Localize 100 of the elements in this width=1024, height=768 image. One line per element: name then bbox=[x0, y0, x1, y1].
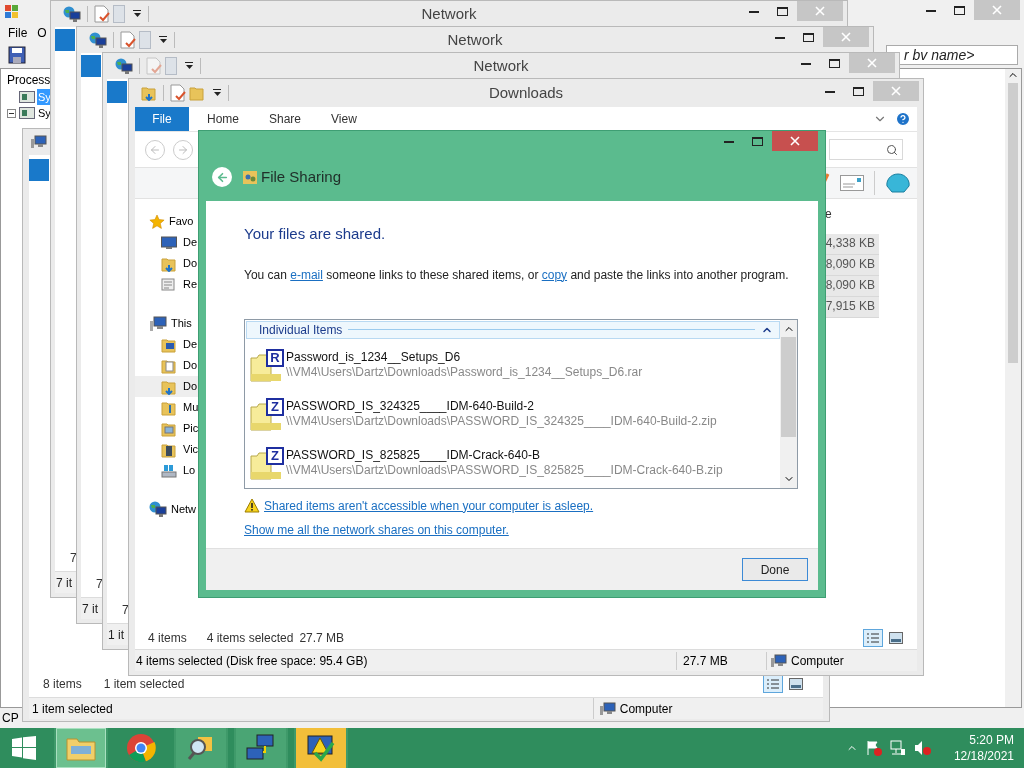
status-text: 27.7 MB bbox=[676, 651, 766, 670]
thumbnail-view-icon[interactable] bbox=[889, 632, 903, 644]
collapse-icon[interactable] bbox=[7, 108, 16, 118]
nav-item[interactable]: Do bbox=[183, 357, 198, 374]
ribbon-tab[interactable]: Share bbox=[257, 107, 314, 131]
nav-item[interactable]: Do bbox=[183, 378, 198, 395]
group-header[interactable]: Individual Items bbox=[246, 320, 780, 339]
folder-icon bbox=[161, 378, 177, 395]
window-title: Network bbox=[447, 29, 503, 50]
computer-icon bbox=[599, 701, 616, 716]
nav-item[interactable]: Re bbox=[183, 276, 198, 293]
scrollbar-thumb[interactable] bbox=[1008, 83, 1018, 363]
taskbar-button[interactable] bbox=[234, 728, 288, 768]
tree-item[interactable]: Sy bbox=[37, 104, 52, 122]
properties-icon bbox=[170, 84, 186, 102]
minimize-icon bbox=[724, 139, 734, 143]
close-icon bbox=[867, 58, 877, 68]
network-status-icon[interactable] bbox=[889, 740, 906, 756]
status-text: 4 items selected (Disk free space: 95.4 GB) bbox=[136, 652, 369, 670]
windows-logo-icon bbox=[12, 736, 36, 760]
document-icon bbox=[139, 31, 151, 49]
clock-time[interactable]: 5:20 PM bbox=[969, 732, 1014, 748]
status-text: 1 item selected bbox=[103, 676, 185, 693]
envelope-icon[interactable] bbox=[840, 175, 864, 191]
menu-item[interactable]: O bbox=[37, 24, 47, 42]
recent-places-icon bbox=[161, 276, 177, 293]
nav-item[interactable]: De bbox=[183, 234, 198, 251]
help-icon[interactable] bbox=[895, 111, 911, 127]
process-icon bbox=[19, 91, 35, 103]
nav-item[interactable]: Do bbox=[183, 255, 198, 272]
tree-header: Process bbox=[6, 72, 52, 89]
file-path: \\VM4\Users\Dartz\Downloads\PASSWORD_IS_324325____IDM-640-Build-2.zip bbox=[286, 414, 717, 429]
menu-item[interactable]: File bbox=[8, 24, 28, 42]
details-view-icon[interactable] bbox=[863, 629, 883, 647]
nav-item[interactable]: De bbox=[183, 336, 198, 353]
column-header[interactable]: e bbox=[823, 205, 879, 227]
computer-icon bbox=[149, 315, 167, 332]
status-text: 7 it bbox=[82, 600, 98, 618]
back-button[interactable] bbox=[212, 167, 232, 187]
status-text: 7 bbox=[122, 602, 129, 619]
status-text: 4 items selected bbox=[206, 630, 294, 647]
back-arrow-icon bbox=[149, 143, 161, 156]
shell-icon[interactable] bbox=[885, 172, 911, 194]
shield-check-icon bbox=[305, 733, 337, 763]
nav-item[interactable]: This bbox=[171, 315, 192, 332]
network-icon bbox=[63, 5, 81, 23]
customize-dropdown-icon[interactable] bbox=[213, 89, 222, 97]
text-link[interactable]: Shared items aren't accessible when your computer is asleep. bbox=[264, 496, 594, 515]
size-cell: 8,090 KB bbox=[823, 255, 879, 276]
status-text: 7 bbox=[96, 576, 103, 593]
taskbar-button[interactable] bbox=[294, 728, 348, 768]
nav-item[interactable]: Mu bbox=[183, 399, 199, 416]
text-link[interactable]: copy bbox=[541, 267, 568, 282]
filter-field[interactable]: r bv name> bbox=[886, 45, 1018, 65]
clock-date[interactable]: 12/18/2021 bbox=[953, 748, 1014, 764]
ribbon-tab[interactable]: View bbox=[319, 107, 369, 131]
network-icon bbox=[149, 501, 167, 518]
maximize-icon bbox=[751, 136, 763, 146]
folder-icon bbox=[141, 85, 157, 101]
nav-item[interactable]: Lo bbox=[183, 462, 196, 479]
maximize-icon bbox=[852, 86, 864, 96]
back-arrow-icon bbox=[215, 170, 229, 184]
done-button[interactable]: Done bbox=[742, 558, 808, 581]
minimize-icon bbox=[825, 89, 835, 93]
save-icon[interactable] bbox=[8, 46, 26, 64]
customize-dropdown-icon[interactable] bbox=[159, 36, 168, 44]
text-link[interactable]: e-mail bbox=[290, 267, 323, 282]
close-icon bbox=[790, 136, 800, 146]
app-icon bbox=[4, 4, 20, 18]
customize-dropdown-icon[interactable] bbox=[185, 62, 194, 70]
taskbar-button[interactable] bbox=[174, 728, 228, 768]
nav-item[interactable]: Favo bbox=[169, 213, 194, 230]
size-cell: 8,090 KB bbox=[823, 276, 879, 297]
network-icon bbox=[115, 57, 133, 75]
file-name[interactable]: Password_is_1234__Setups_D6 bbox=[286, 350, 643, 365]
folder-icon bbox=[161, 420, 177, 437]
size-cell: 7,915 KB bbox=[823, 297, 879, 318]
file-name[interactable]: PASSWORD_IS_825825____IDM-Crack-640-B bbox=[286, 448, 723, 463]
scrollbar-thumb[interactable] bbox=[781, 336, 796, 437]
forward-arrow-icon bbox=[177, 143, 189, 156]
sharing-icon bbox=[242, 169, 258, 185]
nav-item[interactable]: Vic bbox=[183, 441, 199, 458]
customize-dropdown-icon[interactable] bbox=[133, 10, 142, 18]
search-field[interactable] bbox=[829, 139, 903, 160]
close-icon bbox=[841, 32, 851, 42]
status-text: 1 it bbox=[108, 626, 124, 644]
file-name[interactable]: PASSWORD_IS_324325____IDM-640-Build-2 bbox=[286, 399, 717, 414]
computer-icon bbox=[771, 653, 787, 668]
flag-icon[interactable] bbox=[865, 740, 882, 756]
status-text: 4 items bbox=[148, 630, 187, 647]
nav-item[interactable]: Netw bbox=[171, 501, 197, 518]
ribbon-tab[interactable]: Home bbox=[195, 107, 251, 131]
ribbon-tab[interactable]: File bbox=[135, 107, 189, 131]
nav-item[interactable]: Pic bbox=[183, 420, 199, 437]
process-icon bbox=[19, 107, 35, 119]
minimize-icon bbox=[926, 8, 936, 12]
text-link[interactable]: Show me all the network shares on this computer. bbox=[244, 520, 509, 539]
speaker-muted-icon[interactable] bbox=[913, 740, 932, 756]
thumbnail-view-icon[interactable] bbox=[789, 678, 803, 690]
network-icon bbox=[89, 31, 107, 49]
